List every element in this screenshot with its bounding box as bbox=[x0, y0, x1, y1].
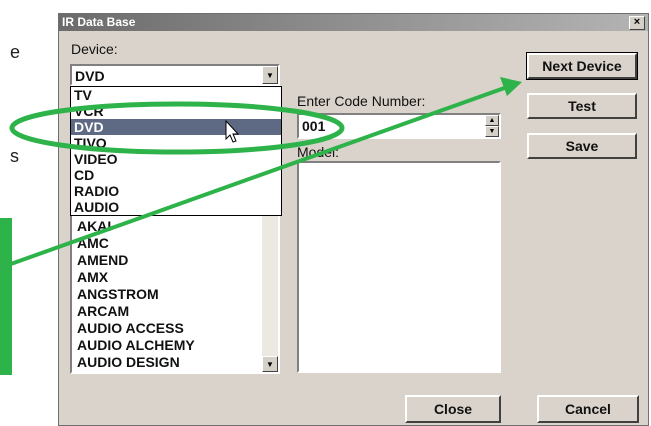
callout-arrow-line bbox=[7, 84, 511, 267]
annotation-overlay bbox=[7, 77, 522, 267]
mouse-cursor-icon bbox=[225, 119, 240, 143]
highlight-ellipse bbox=[9, 101, 345, 155]
